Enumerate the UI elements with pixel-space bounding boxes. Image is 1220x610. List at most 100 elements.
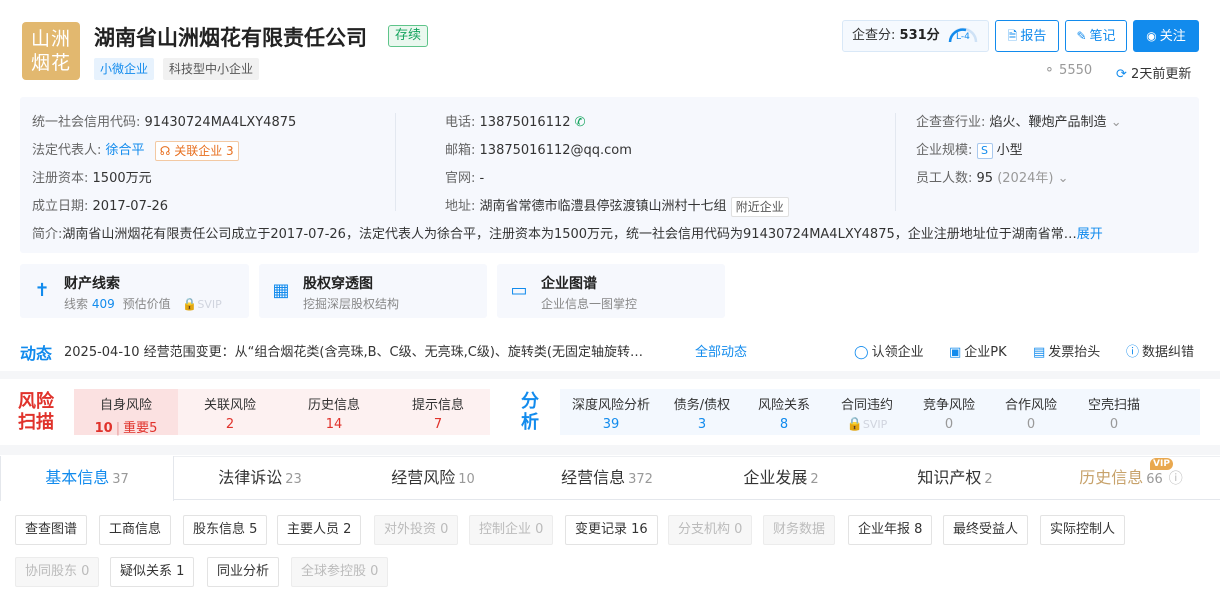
- card-enterprise-graph[interactable]: ▭ 企业图谱 企业信息一图掌控: [497, 264, 725, 318]
- follow-button[interactable]: ◉ 关注: [1133, 20, 1199, 52]
- section-divider: [0, 371, 1220, 379]
- data-correction-button[interactable]: ⓘ 数据纠错: [1126, 341, 1194, 360]
- card-property-clues[interactable]: ✝ 财产线索 线索 409 预估价值 🔒SVIP: [20, 264, 249, 318]
- analysis-cooperation[interactable]: 合作风险 0: [990, 389, 1072, 435]
- subtab-business-info[interactable]: 工商信息: [99, 515, 172, 545]
- card-equity-penetration[interactable]: ▦ 股权穿透图 挖掘深层股权结构: [259, 264, 487, 318]
- shield-icon: ◯: [854, 345, 869, 360]
- tab-basic-info[interactable]: 基本信息 37: [0, 456, 174, 501]
- analysis-competition[interactable]: 竞争风险 0: [908, 389, 990, 435]
- card-title: 财产线索: [64, 276, 120, 292]
- card-title: 企业图谱: [541, 276, 597, 292]
- tab-operation-info[interactable]: 经营信息 372: [520, 456, 694, 500]
- website-row: 官网: -: [445, 171, 485, 186]
- score-box[interactable]: 企查分: 531分 L-4: [842, 20, 989, 52]
- scale-row: 企业规模: S 小型: [916, 142, 1023, 159]
- divider: [895, 113, 896, 211]
- pk-icon: ▣: [949, 345, 962, 360]
- tab-litigation[interactable]: 法律诉讼 23: [174, 456, 346, 500]
- score-label: 企查分:: [852, 28, 896, 43]
- dynamic-text[interactable]: 2025-04-10 经营范围变更：从“组合烟花类(含亮珠,B、C级、无亮珠,C…: [64, 341, 643, 360]
- score-value: 531分: [899, 28, 940, 43]
- card-sub: 线索 409 预估价值 🔒SVIP: [64, 297, 222, 311]
- update-stat[interactable]: ⟳ 2天前更新: [1116, 63, 1191, 82]
- website-value: -: [479, 171, 485, 186]
- follow-label: 关注: [1159, 29, 1186, 44]
- analysis-shell[interactable]: 空壳扫描 0: [1073, 389, 1155, 435]
- credit-code-row: 统一社会信用代码: 91430724MA4LXY4875: [32, 115, 297, 130]
- chevron-down-icon[interactable]: ⌄: [1111, 115, 1122, 130]
- risk-scan-title: 风险 扫描: [18, 391, 54, 433]
- note-button[interactable]: ✎ 笔记: [1065, 20, 1127, 52]
- lock-icon: 🔒: [846, 417, 863, 432]
- enterprise-pk-button[interactable]: ▣ 企业PK: [949, 341, 1007, 360]
- phone-value[interactable]: 13875016112: [480, 115, 571, 130]
- invoice-title-button[interactable]: ▤ 发票抬头: [1033, 341, 1100, 360]
- related-enterprises-chip[interactable]: ☊ 关联企业 3: [154, 140, 239, 161]
- tag-micro-enterprise[interactable]: 小微企业: [94, 58, 155, 80]
- tab-history[interactable]: 历史信息 66 ⓘ: [1042, 456, 1220, 500]
- chevron-down-icon[interactable]: ⌄: [1058, 171, 1069, 186]
- analysis-title: 分 析: [521, 391, 539, 433]
- report-button[interactable]: 🗎 报告: [995, 20, 1059, 52]
- card-sub: 挖掘深层股权结构: [303, 297, 400, 311]
- subtab-branches: 分支机构 0: [668, 515, 753, 545]
- tab-development[interactable]: 企业发展 2: [694, 456, 868, 500]
- credit-code[interactable]: 91430724MA4LXY4875: [145, 115, 297, 130]
- update-text: 2天前更新: [1131, 67, 1192, 82]
- subtab-actual-controller[interactable]: 实际控制人: [1040, 515, 1126, 545]
- subtab-industry-analysis[interactable]: 同业分析: [207, 557, 280, 587]
- all-dynamics-link[interactable]: 全部动态: [695, 341, 747, 360]
- legal-rep-row: 法定代表人: 徐合平 ☊ 关联企业 3: [32, 139, 239, 161]
- analysis-risk-relation[interactable]: 风险关系 8: [743, 389, 825, 435]
- analysis-contract-breach[interactable]: 合同违约 🔒SVIP: [826, 389, 908, 435]
- address-value: 湖南省常德市临澧县停弦渡镇山洲村十七组: [479, 199, 727, 214]
- card-sub: 企业信息一图掌控: [541, 297, 638, 311]
- staff-year: (2024年): [997, 171, 1054, 186]
- industry-row: 企查查行业: 焰火、鞭炮产品制造 ⌄: [916, 115, 1122, 130]
- founded-value: 2017-07-26: [92, 199, 169, 214]
- section-divider: [0, 445, 1220, 455]
- document-icon: 🗎: [1007, 29, 1018, 43]
- subtab-global-holdings: 全球参控股 0: [291, 557, 389, 587]
- capital-row: 注册资本: 1500万元: [32, 171, 152, 186]
- info-icon: ⓘ: [1168, 471, 1183, 487]
- subtab-graph[interactable]: 查查图谱: [15, 515, 88, 545]
- industry-value[interactable]: 焰火、鞭炮产品制造: [990, 115, 1107, 130]
- tag-tech-sme[interactable]: 科技型中小企业: [163, 58, 260, 80]
- subtab-key-personnel[interactable]: 主要人员 2: [277, 515, 362, 545]
- subtab-shareholders[interactable]: 股东信息 5: [183, 515, 268, 545]
- follow-icon: ◉: [1146, 29, 1157, 43]
- report-label: 报告: [1020, 29, 1047, 44]
- expand-link[interactable]: 展开: [1077, 227, 1103, 242]
- risk-related[interactable]: 关联风险 2: [178, 389, 282, 435]
- subtab-suspected-relations[interactable]: 疑似关系 1: [110, 557, 195, 587]
- tab-operation-risk[interactable]: 经营风险 10: [346, 456, 520, 500]
- risk-notice[interactable]: 提示信息 7: [386, 389, 490, 435]
- svip-badge: SVIP: [862, 418, 888, 431]
- views-count: 5550: [1059, 63, 1093, 78]
- subtab-change-records[interactable]: 变更记录 16: [565, 515, 658, 545]
- phone-icon[interactable]: ✆: [575, 115, 586, 130]
- claim-enterprise-button[interactable]: ◯ 认领企业: [854, 341, 924, 360]
- subtab-beneficiary[interactable]: 最终受益人: [943, 515, 1029, 545]
- subtab-annual-reports[interactable]: 企业年报 8: [848, 515, 933, 545]
- risk-self[interactable]: 自身风险 10 | 重要5: [74, 389, 178, 436]
- logo-line1: 山洲: [30, 28, 71, 50]
- status-badge: 存续: [388, 25, 429, 47]
- scale-badge-icon: S: [976, 142, 993, 159]
- risk-history[interactable]: 历史信息 14: [282, 389, 386, 435]
- analysis-deep-risk[interactable]: 深度风险分析 39: [566, 389, 656, 435]
- nearby-enterprises-chip[interactable]: 附近企业: [730, 196, 789, 217]
- analysis-debt[interactable]: 债务/债权 3: [661, 389, 743, 435]
- svip-badge: SVIP: [197, 298, 222, 311]
- logo-line2: 烟花: [30, 52, 71, 74]
- legal-rep-link[interactable]: 徐合平: [106, 143, 145, 158]
- email-value[interactable]: 13875016112@qq.com: [480, 143, 632, 158]
- dynamic-title: 动态: [20, 344, 53, 363]
- scale-value: 小型: [996, 143, 1023, 158]
- phone-row: 电话: 13875016112 ✆: [445, 115, 586, 130]
- tab-ip[interactable]: 知识产权 2: [868, 456, 1042, 500]
- eye-icon: ⚬: [1044, 63, 1055, 78]
- refresh-icon: ⟳: [1116, 67, 1127, 82]
